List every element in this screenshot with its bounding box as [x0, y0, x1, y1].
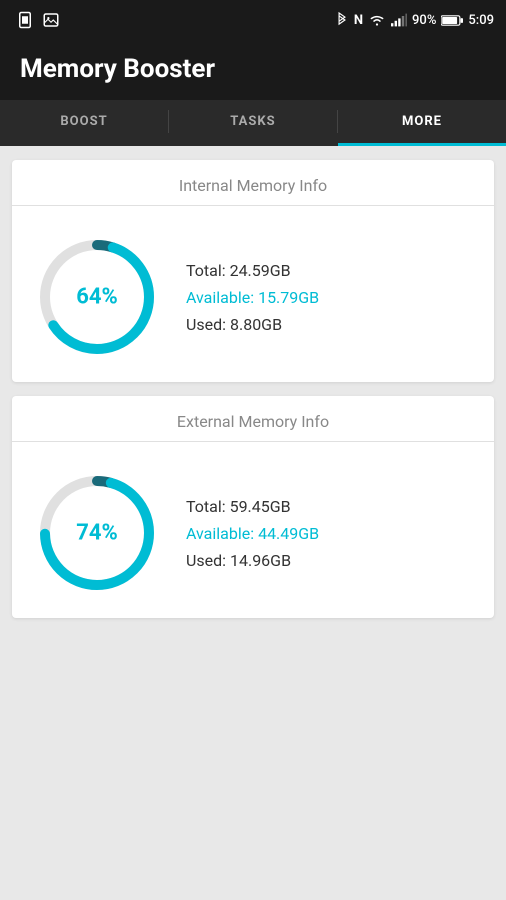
internal-total: Total: 24.59GB	[186, 261, 319, 280]
status-bar: N 90% 5:09	[0, 0, 506, 40]
app-header: Memory Booster	[0, 40, 506, 100]
battery-text: 90%	[412, 13, 436, 28]
external-used: Used: 14.96GB	[186, 551, 319, 570]
internal-available: Available: 15.79GB	[186, 288, 319, 307]
internal-memory-ring: 64%	[32, 232, 162, 362]
tab-tasks[interactable]: TASKS	[169, 100, 337, 143]
time-display: 5:09	[468, 13, 494, 28]
battery-icon	[441, 14, 463, 27]
external-percentage: 74%	[76, 521, 118, 546]
external-total: Total: 59.45GB	[186, 497, 319, 516]
external-memory-body: 74% Total: 59.45GB Available: 44.49GB Us…	[12, 458, 494, 598]
external-memory-card: External Memory Info 74% Total: 59.45GB …	[12, 396, 494, 618]
image-icon	[42, 11, 60, 29]
internal-used: Used: 8.80GB	[186, 315, 319, 334]
internal-memory-card: Internal Memory Info 64% Total: 24.59GB …	[12, 160, 494, 382]
status-bar-left-icons	[16, 11, 60, 29]
bluetooth-icon	[335, 11, 349, 29]
nfc-icon: N	[354, 13, 363, 28]
internal-percentage: 64%	[76, 285, 118, 310]
tab-more[interactable]: MORE	[338, 100, 506, 143]
app-title: Memory Booster	[20, 54, 215, 84]
tab-bar: BOOST TASKS MORE	[0, 100, 506, 146]
external-available: Available: 44.49GB	[186, 524, 319, 543]
internal-memory-stats: Total: 24.59GB Available: 15.79GB Used: …	[186, 261, 319, 334]
external-memory-stats: Total: 59.45GB Available: 44.49GB Used: …	[186, 497, 319, 570]
signal-icon	[391, 13, 407, 27]
internal-memory-body: 64% Total: 24.59GB Available: 15.79GB Us…	[12, 222, 494, 362]
external-memory-ring: 74%	[32, 468, 162, 598]
sim-icon	[16, 11, 34, 29]
tab-boost[interactable]: BOOST	[0, 100, 168, 143]
main-content: Internal Memory Info 64% Total: 24.59GB …	[0, 146, 506, 632]
external-memory-title: External Memory Info	[12, 396, 494, 442]
status-right-icons: N 90% 5:09	[335, 11, 494, 29]
internal-memory-title: Internal Memory Info	[12, 160, 494, 206]
wifi-icon	[368, 13, 386, 27]
